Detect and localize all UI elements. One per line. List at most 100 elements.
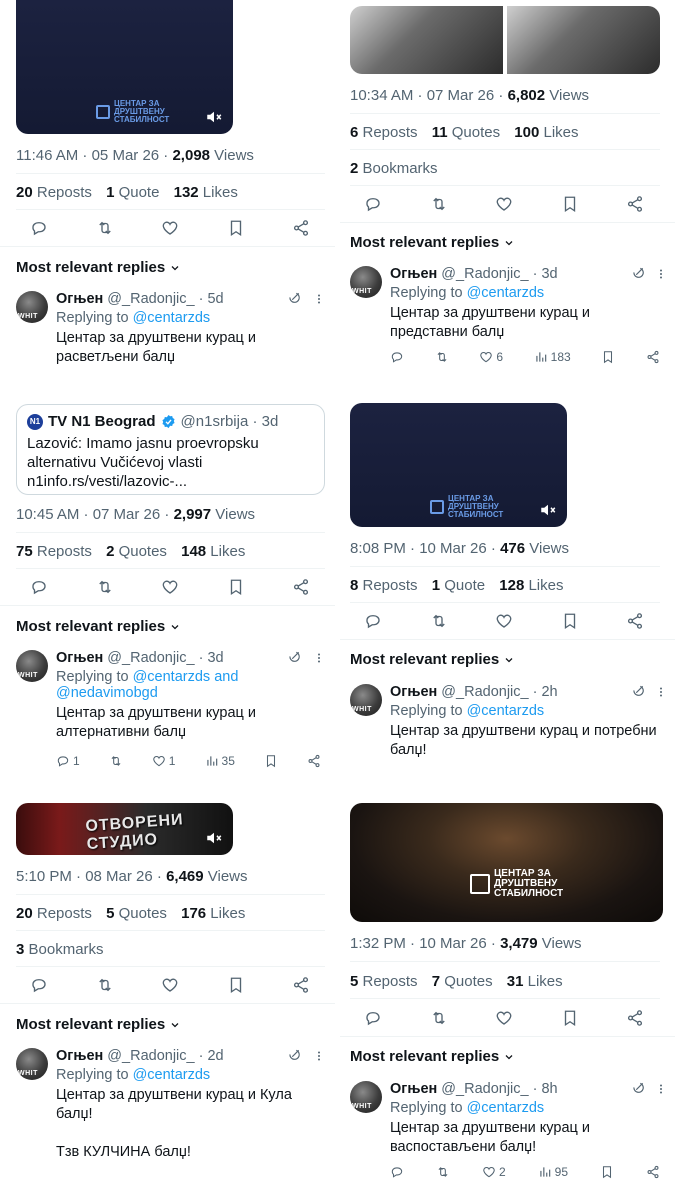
share-icon[interactable] [292, 578, 310, 596]
replies-sort-dropdown[interactable]: Most relevant replies [350, 651, 515, 668]
avatar[interactable]: WHIT [350, 266, 382, 298]
avatar[interactable]: WHIT [16, 291, 48, 323]
reply-views[interactable]: 35 [205, 754, 235, 768]
grok-icon[interactable] [631, 684, 645, 698]
photo-media-2[interactable] [507, 6, 660, 74]
reposts-count[interactable]: 20 Reposts [16, 184, 92, 201]
grok-icon[interactable] [287, 1048, 301, 1062]
more-icon[interactable] [655, 268, 667, 280]
reply-repost[interactable] [435, 350, 449, 364]
repost-icon[interactable] [430, 195, 448, 213]
bookmarks-count[interactable]: 3 Bookmarks [16, 941, 104, 958]
reply-reply[interactable] [390, 1165, 404, 1179]
bookmark-icon[interactable] [561, 1009, 579, 1027]
video-media[interactable]: ЦЕНТАР ЗА ДРУШТВЕНУ СТАБИЛНОСТ [350, 803, 663, 922]
replies-sort-dropdown[interactable]: Most relevant replies [16, 618, 181, 635]
reply-icon[interactable] [30, 976, 48, 994]
quotes-count[interactable]: 1 Quote [432, 577, 485, 594]
grok-icon[interactable] [631, 1081, 645, 1095]
reply-item[interactable]: WHIT Огњен @_Radonjic_ · 5d Replying to … [16, 291, 325, 385]
reply-bookmark[interactable] [264, 754, 278, 768]
reposts-count[interactable]: 6 Reposts [350, 124, 418, 141]
like-icon[interactable] [161, 219, 179, 237]
reply-item[interactable]: WHIT Огњен @_Radonjic_ · 8h Replying to … [350, 1081, 660, 1181]
more-icon[interactable] [655, 1083, 667, 1095]
reply-icon[interactable] [364, 195, 382, 213]
reposts-count[interactable]: 5 Reposts [350, 973, 418, 990]
reply-icon[interactable] [364, 612, 382, 630]
reply-item[interactable]: WHIT Огњен @_Radonjic_ · 2d Replying to … [16, 1048, 325, 1190]
like-icon[interactable] [495, 1009, 513, 1027]
more-icon[interactable] [655, 686, 667, 698]
share-icon[interactable] [292, 976, 310, 994]
share-icon[interactable] [626, 195, 644, 213]
likes-count[interactable]: 31 Likes [507, 973, 563, 990]
bookmarks-count[interactable]: 2 Bookmarks [350, 160, 438, 177]
likes-count[interactable]: 128 Likes [499, 577, 563, 594]
video-media[interactable]: ЦЕНТАР ЗА ДРУШТВЕНУ СТАБИЛНОСТ [16, 0, 233, 134]
reply-icon[interactable] [30, 578, 48, 596]
reposts-count[interactable]: 20 Reposts [16, 905, 92, 922]
more-icon[interactable] [313, 293, 325, 305]
bookmark-icon[interactable] [561, 195, 579, 213]
grok-icon[interactable] [631, 266, 645, 280]
like-icon[interactable] [161, 976, 179, 994]
mute-icon[interactable] [539, 501, 557, 519]
reply-views[interactable]: 183 [534, 350, 571, 364]
video-media[interactable]: ОТВОРЕНИ СТУДИО [16, 803, 233, 855]
bookmark-icon[interactable] [561, 612, 579, 630]
bookmark-icon[interactable] [227, 219, 245, 237]
quotes-count[interactable]: 1 Quote [106, 184, 159, 201]
repost-icon[interactable] [96, 976, 114, 994]
quoted-tweet-card[interactable]: N1 TV N1 Beograd @n1srbija · 3d Lazović:… [16, 404, 325, 495]
reply-bookmark[interactable] [601, 350, 615, 364]
share-icon[interactable] [626, 612, 644, 630]
avatar[interactable]: WHIT [16, 650, 48, 682]
reply-item[interactable]: WHIT Огњен @_Radonjic_ · 2h Replying to … [350, 684, 660, 784]
likes-count[interactable]: 176 Likes [181, 905, 245, 922]
mute-icon[interactable] [205, 108, 223, 126]
repost-icon[interactable] [430, 612, 448, 630]
reply-share[interactable] [646, 350, 660, 364]
reply-icon[interactable] [30, 219, 48, 237]
likes-count[interactable]: 100 Likes [514, 124, 578, 141]
replies-sort-dropdown[interactable]: Most relevant replies [350, 1048, 515, 1065]
like-icon[interactable] [495, 612, 513, 630]
reply-bookmark[interactable] [600, 1165, 614, 1179]
repost-icon[interactable] [96, 219, 114, 237]
video-media[interactable]: ЦЕНТАР ЗА ДРУШТВЕНУ СТАБИЛНОСТ [350, 403, 567, 527]
reply-share[interactable] [307, 754, 321, 768]
like-icon[interactable] [161, 578, 179, 596]
bookmark-icon[interactable] [227, 976, 245, 994]
reposts-count[interactable]: 75 Reposts [16, 543, 92, 560]
reply-like[interactable]: 2 [482, 1165, 506, 1179]
reply-reply[interactable]: 1 [56, 754, 80, 768]
repost-icon[interactable] [430, 1009, 448, 1027]
avatar[interactable]: WHIT [350, 684, 382, 716]
quotes-count[interactable]: 11 Quotes [432, 124, 500, 141]
reposts-count[interactable]: 8 Reposts [350, 577, 418, 594]
reply-repost[interactable] [109, 754, 123, 768]
grok-icon[interactable] [287, 650, 301, 664]
replies-sort-dropdown[interactable]: Most relevant replies [16, 259, 181, 276]
reply-like[interactable]: 6 [479, 350, 503, 364]
reply-item[interactable]: WHIT Огњен @_Radonjic_ · 3d Replying to … [350, 266, 660, 370]
quotes-count[interactable]: 7 Quotes [432, 973, 493, 990]
like-icon[interactable] [495, 195, 513, 213]
bookmark-icon[interactable] [227, 578, 245, 596]
reply-repost[interactable] [436, 1165, 450, 1179]
avatar[interactable]: WHIT [350, 1081, 382, 1113]
replies-sort-dropdown[interactable]: Most relevant replies [350, 234, 515, 251]
reply-share[interactable] [646, 1165, 660, 1179]
likes-count[interactable]: 148 Likes [181, 543, 245, 560]
more-icon[interactable] [313, 652, 325, 664]
repost-icon[interactable] [96, 578, 114, 596]
reply-like[interactable]: 1 [152, 754, 175, 768]
replies-sort-dropdown[interactable]: Most relevant replies [16, 1016, 181, 1033]
reply-views[interactable]: 95 [538, 1165, 568, 1179]
grok-icon[interactable] [287, 291, 301, 305]
mute-icon[interactable] [205, 829, 223, 847]
reply-item[interactable]: WHIT Огњен @_Radonjic_ · 3d Replying to … [16, 650, 325, 775]
quotes-count[interactable]: 2 Quotes [106, 543, 167, 560]
more-icon[interactable] [313, 1050, 325, 1062]
